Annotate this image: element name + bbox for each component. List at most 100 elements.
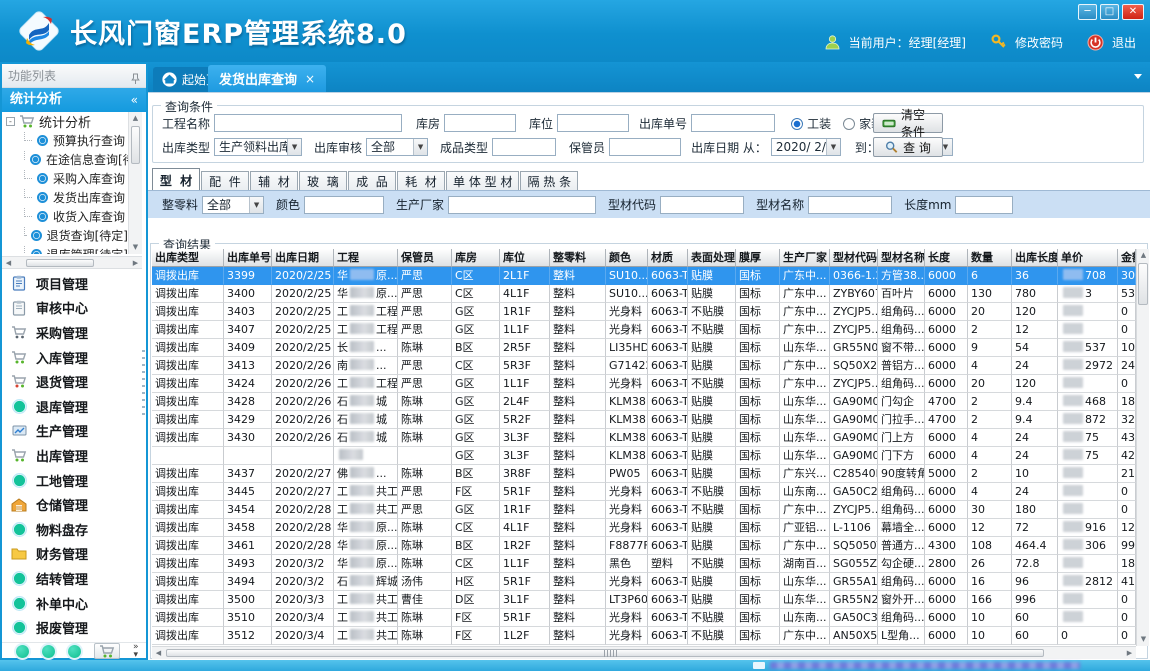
tab-shipment-query[interactable]: 发货出库查询 × bbox=[208, 65, 326, 92]
material-tab[interactable]: 辅 材 bbox=[250, 171, 298, 191]
table-row[interactable]: 调拨出库34242020/2/26工工程严思G区1L1F整料光身料6063-T5… bbox=[152, 375, 1136, 393]
sidebar-menu-item[interactable]: 采购管理 bbox=[2, 320, 146, 345]
column-header[interactable]: 库位 bbox=[500, 249, 550, 267]
tree-item[interactable]: 退货查询[待定] bbox=[2, 226, 128, 245]
tree-item[interactable]: 收货入库查询 bbox=[2, 207, 128, 226]
table-row[interactable]: 调拨出库34452020/2/27工共工程严思F区5R1F整料光身料6063-T… bbox=[152, 483, 1136, 501]
material-tab[interactable]: 耗 材 bbox=[397, 171, 445, 191]
sidebar-menu-item[interactable]: 物料盘存 bbox=[2, 517, 146, 542]
radio-icon[interactable] bbox=[843, 118, 855, 130]
table-row[interactable]: 调拨出库34612020/2/28华原...陈琳B区1R2F整料F8877FT6… bbox=[152, 537, 1136, 555]
table-row[interactable]: 调拨出库34932020/3/2华原...陈琳C区1L1F整料黑色塑料不贴膜国标… bbox=[152, 555, 1136, 573]
scroll-thumb[interactable] bbox=[131, 126, 140, 164]
change-password-link[interactable]: 修改密码 bbox=[1015, 34, 1063, 51]
tree-item[interactable]: 在途信息查询[待 bbox=[2, 150, 128, 169]
material-tab[interactable]: 单 体 型 材 bbox=[446, 171, 519, 191]
table-row[interactable]: 调拨出库34542020/2/28工共工程严思G区1R1F整料光身料6063-T… bbox=[152, 501, 1136, 519]
dropdown-arrow-icon[interactable]: ▼ bbox=[287, 139, 301, 155]
cart-tool-button[interactable] bbox=[94, 643, 120, 659]
table-row[interactable]: 调拨出库34292020/2/26石城陈琳G区5R2F整料KLM38176063… bbox=[152, 411, 1136, 429]
dropdown-arrow-icon[interactable]: ▼ bbox=[826, 139, 840, 155]
column-header[interactable]: 保管员 bbox=[398, 249, 452, 267]
sidebar-menu-item[interactable]: 工地管理 bbox=[2, 468, 146, 493]
material-tab[interactable]: 配 件 bbox=[201, 171, 249, 191]
table-row[interactable]: 调拨出库33992020/2/25华原...严思C区2L1F整料SU10...6… bbox=[152, 267, 1136, 285]
keeper-input[interactable] bbox=[609, 138, 681, 156]
sidebar-menu-item[interactable]: 出库管理 bbox=[2, 443, 146, 468]
table-row[interactable]: 调拨出库34032020/2/25工工程严思G区1R1F整料光身料6063-T5… bbox=[152, 303, 1136, 321]
table-row[interactable]: 调拨出库34002020/2/25华原...严思C区4L1F整料SU10...6… bbox=[152, 285, 1136, 303]
tree-item[interactable]: 退库管理[待定] bbox=[2, 245, 128, 254]
dropdown-arrow-icon[interactable]: ▼ bbox=[249, 197, 263, 213]
table-vertical-scrollbar[interactable]: ▲ ▼ bbox=[1136, 249, 1149, 646]
sidebar-menu-item[interactable]: 财务管理 bbox=[2, 542, 146, 567]
dropdown-arrow-icon[interactable]: ▼ bbox=[413, 139, 427, 155]
sidebar-menu-item[interactable]: 仓储管理 bbox=[2, 492, 146, 517]
overflow-chevron[interactable]: »▾ bbox=[133, 643, 139, 659]
order-no-input[interactable] bbox=[691, 114, 775, 132]
scroll-thumb[interactable] bbox=[1138, 263, 1148, 305]
profile-code-input[interactable] bbox=[660, 196, 744, 214]
sidebar-menu-item[interactable]: 项目管理 bbox=[2, 271, 146, 296]
table-row[interactable]: 调拨出库34942020/3/2石辉城汤伟H区5R1F整料光身料6063-T5贴… bbox=[152, 573, 1136, 591]
whole-part-select[interactable]: 全部▼ bbox=[202, 196, 264, 214]
location-input[interactable] bbox=[557, 114, 629, 132]
audit-select[interactable]: 全部▼ bbox=[366, 138, 428, 156]
tool-dot-icon[interactable] bbox=[42, 645, 55, 658]
column-header[interactable]: 膜厚 bbox=[736, 249, 780, 267]
profile-name-input[interactable] bbox=[808, 196, 892, 214]
sidebar-menu-item[interactable]: 退货管理 bbox=[2, 369, 146, 394]
table-row[interactable]: 调拨出库34092020/2/25长...陈琳B区2R5F整料LI35HD606… bbox=[152, 339, 1136, 357]
out-type-select[interactable]: 生产领料出库▼ bbox=[214, 138, 302, 156]
column-header[interactable]: 库房 bbox=[452, 249, 500, 267]
collapse-icon[interactable]: « bbox=[131, 88, 138, 112]
radio-gongzhuang[interactable]: 工装 bbox=[791, 115, 831, 132]
tree-item[interactable]: 预算执行查询 bbox=[2, 131, 128, 150]
stats-section-header[interactable]: 统计分析 « bbox=[2, 88, 146, 112]
minimize-button[interactable]: ─ bbox=[1078, 4, 1097, 20]
radio-selected-icon[interactable] bbox=[791, 118, 803, 130]
column-header[interactable]: 数量 bbox=[968, 249, 1012, 267]
date-from-select[interactable]: 2020/ 2/16▼ bbox=[771, 138, 841, 156]
column-header[interactable]: 工程 bbox=[334, 249, 398, 267]
warehouse-input[interactable] bbox=[444, 114, 516, 132]
material-tab[interactable]: 玻 璃 bbox=[299, 171, 347, 191]
column-header[interactable]: 生产厂家 bbox=[780, 249, 830, 267]
column-header[interactable]: 型材代码 bbox=[830, 249, 878, 267]
column-header[interactable]: 型材名称 bbox=[878, 249, 925, 267]
expander-icon[interactable]: - bbox=[6, 117, 15, 126]
column-header[interactable]: 整零料 bbox=[550, 249, 606, 267]
material-tab[interactable]: 隔 热 条 bbox=[520, 171, 578, 191]
tree-item[interactable]: 采购入库查询 bbox=[2, 169, 128, 188]
material-tab[interactable]: 成 品 bbox=[348, 171, 396, 191]
tree-horizontal-scrollbar[interactable]: ◀ ▶ bbox=[2, 256, 142, 269]
color-input[interactable] bbox=[304, 196, 384, 214]
table-row[interactable]: 调拨出库35102020/3/4工共工程陈琳F区5R1F整料光身料6063-T5… bbox=[152, 609, 1136, 627]
table-row[interactable]: G区3L3F整料KLM38176063-T5贴膜国标山东华...GA90M09.… bbox=[152, 447, 1136, 465]
close-button[interactable]: ✕ bbox=[1122, 4, 1144, 20]
scroll-thumb[interactable] bbox=[26, 259, 94, 267]
column-header[interactable]: 材质 bbox=[648, 249, 688, 267]
tab-list-dropdown-icon[interactable] bbox=[1134, 74, 1142, 79]
column-header[interactable]: 出库日期 bbox=[272, 249, 334, 267]
table-horizontal-scrollbar[interactable]: ◀ ▶ bbox=[152, 646, 1136, 659]
column-header[interactable]: 长度 bbox=[925, 249, 968, 267]
sidebar-menu-item[interactable]: 审核中心 bbox=[2, 296, 146, 321]
maximize-button[interactable]: □ bbox=[1100, 4, 1119, 20]
column-header[interactable]: 金额 bbox=[1118, 249, 1136, 267]
sidebar-menu-item[interactable]: 入库管理 bbox=[2, 345, 146, 370]
table-row[interactable]: 调拨出库35002020/3/3工共工程曹佳D区3L1F整料LT3P606063… bbox=[152, 591, 1136, 609]
table-row[interactable]: 调拨出库34582020/2/28华原...陈琳C区4L1F整料光身料6063-… bbox=[152, 519, 1136, 537]
column-header[interactable]: 出库类型 bbox=[152, 249, 224, 267]
sidebar-menu-item[interactable]: 退库管理 bbox=[2, 394, 146, 419]
table-row[interactable]: 调拨出库34132020/2/26南...严思C区5R3F整料G71422606… bbox=[152, 357, 1136, 375]
table-row[interactable]: 调拨出库34072020/2/25工工程严思G区1L1F整料光身料6063-T5… bbox=[152, 321, 1136, 339]
clear-conditions-button[interactable]: 清空条件 bbox=[873, 113, 943, 133]
sidebar-menu-item[interactable]: 结转管理 bbox=[2, 566, 146, 591]
column-header[interactable]: 颜色 bbox=[606, 249, 648, 267]
column-header[interactable]: 出库长度 bbox=[1012, 249, 1058, 267]
tree-item[interactable]: 发货出库查询 bbox=[2, 188, 128, 207]
factory-input[interactable] bbox=[448, 196, 596, 214]
column-header[interactable]: 出库单号 bbox=[224, 249, 272, 267]
sidebar-menu-item[interactable]: 生产管理 bbox=[2, 419, 146, 444]
